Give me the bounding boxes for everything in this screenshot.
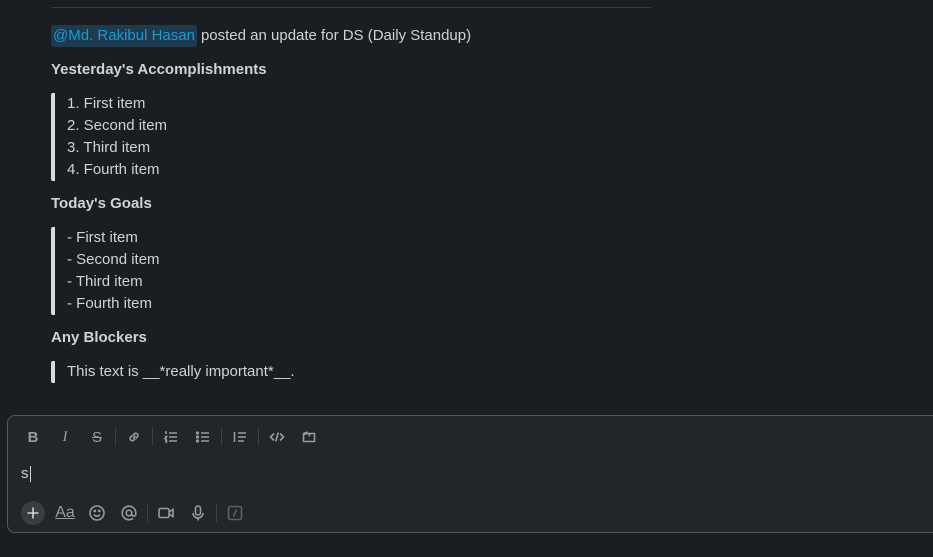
message-intro: @Md. Rakibul Hasan posted an update for … <box>51 25 691 47</box>
standup-message: @Md. Rakibul Hasan posted an update for … <box>51 25 691 383</box>
user-mention[interactable]: @Md. Rakibul Hasan <box>51 25 197 47</box>
toolbar-divider <box>221 428 222 446</box>
text-caret <box>29 466 31 482</box>
list-item: This text is __*really important*__. <box>67 363 295 380</box>
code-block-icon <box>302 431 316 443</box>
code-icon <box>269 432 285 442</box>
emoji-button[interactable] <box>81 499 113 527</box>
plus-icon <box>27 507 39 519</box>
ordered-list-icon <box>163 431 177 443</box>
formatting-icon: Aa <box>55 504 75 521</box>
bulleted-list-button[interactable] <box>187 424 219 450</box>
intro-text: posted an update for DS (Daily Standup) <box>200 27 472 44</box>
section-heading-today: Today's Goals <box>51 195 152 212</box>
mention-button[interactable] <box>113 499 145 527</box>
message-composer: B I S s Aa <box>7 415 933 533</box>
italic-icon: I <box>62 428 68 445</box>
code-button[interactable] <box>261 424 293 450</box>
list-item: 2. Second item <box>67 117 168 134</box>
bold-icon: B <box>27 428 39 446</box>
strikethrough-button[interactable]: S <box>81 424 113 450</box>
toolbar-divider <box>115 428 116 446</box>
list-item: - Fourth item <box>67 295 153 312</box>
link-button[interactable] <box>118 424 150 450</box>
attach-button[interactable] <box>21 501 45 525</box>
strikethrough-icon: S <box>91 428 102 446</box>
list-item: - Third item <box>67 273 143 290</box>
shortcuts-button[interactable] <box>219 499 251 527</box>
blockquote-button[interactable] <box>224 424 256 450</box>
message-input[interactable]: s <box>21 463 31 485</box>
blockquote-blockers: This text is __*really important*__. <box>51 361 691 383</box>
link-icon <box>129 432 139 442</box>
list-item: - First item <box>67 229 138 246</box>
italic-button[interactable]: I <box>49 424 81 450</box>
blockquote-yesterday: 1. First item 2. Second item 3. Third it… <box>51 93 691 181</box>
toolbar-divider <box>216 504 217 522</box>
at-icon <box>121 505 137 521</box>
formatting-toggle-button[interactable]: Aa <box>49 499 81 527</box>
toolbar-divider <box>147 504 148 522</box>
bulleted-list-icon <box>195 431 209 443</box>
blockquote-icon <box>233 432 246 442</box>
list-item: - Second item <box>67 251 160 268</box>
toolbar-divider <box>258 428 259 446</box>
toolbar-divider <box>152 428 153 446</box>
audio-button[interactable] <box>182 499 214 527</box>
bold-button[interactable]: B <box>17 424 49 450</box>
list-item: 4. Fourth item <box>67 161 160 178</box>
blockquote-today: - First item - Second item - Third item … <box>51 227 691 315</box>
section-heading-blockers: Any Blockers <box>51 329 147 346</box>
ordered-list-button[interactable] <box>155 424 187 450</box>
formatting-toolbar: B I S <box>17 424 325 450</box>
slash-command-icon <box>227 505 243 521</box>
list-item: 1. First item <box>67 95 146 112</box>
microphone-icon <box>192 505 204 521</box>
video-button[interactable] <box>150 499 182 527</box>
composer-actions: Aa <box>17 499 251 527</box>
video-camera-icon <box>158 507 174 519</box>
list-item: 3. Third item <box>67 139 151 156</box>
emoji-icon <box>89 505 105 521</box>
section-heading-yesterday: Yesterday's Accomplishments <box>51 61 267 78</box>
code-block-button[interactable] <box>293 424 325 450</box>
input-value: s <box>21 465 29 482</box>
message-divider <box>51 7 651 8</box>
